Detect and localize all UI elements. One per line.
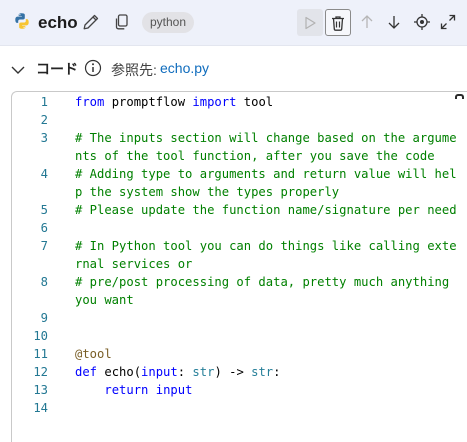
chevron-down-icon[interactable]: [9, 61, 27, 79]
code-token: # pre/post processing of data, pretty mu…: [75, 275, 457, 307]
code-token: :: [273, 365, 281, 379]
code-line[interactable]: 6​: [12, 219, 462, 237]
reference-label: 参照先:: [111, 62, 157, 78]
code-token: ) ->: [214, 365, 252, 379]
code-line[interactable]: 10 ​: [12, 327, 462, 345]
code-token: # In Python tool you can do things like …: [75, 239, 457, 271]
expand-icon: [440, 14, 456, 30]
reference-file-link[interactable]: echo.py: [160, 60, 209, 76]
line-number: 13: [33, 383, 48, 397]
type-badge: python: [142, 12, 195, 33]
code-token: str: [251, 365, 274, 379]
run-button[interactable]: [297, 9, 323, 36]
arrow-down-icon: [388, 16, 400, 29]
play-icon: [305, 16, 316, 29]
code-line[interactable]: 14 ​: [12, 399, 462, 417]
locate-button[interactable]: [411, 11, 433, 33]
trash-icon: [332, 15, 344, 31]
line-number: 3: [40, 131, 48, 145]
node-name: echo: [38, 13, 78, 32]
code-line[interactable]: 8 # pre/post processing of data, pretty m…: [12, 273, 462, 309]
line-number: 11: [33, 347, 48, 361]
info-icon[interactable]: [84, 59, 102, 77]
code-token: def: [75, 365, 98, 379]
code-token: from: [75, 95, 105, 109]
code-line[interactable]: 3 # The inputs section will change based …: [12, 129, 462, 165]
code-token: # Adding type to arguments and return va…: [75, 167, 457, 199]
code-token: input: [141, 365, 178, 379]
line-number: 8: [40, 275, 48, 289]
node-header: echo python: [0, 0, 467, 46]
line-number: 14: [33, 401, 48, 415]
code-section-header: コード 参照先: echo.py: [0, 56, 467, 84]
code-line[interactable]: 7 # In Python tool you can do things like…: [12, 237, 462, 273]
code-line[interactable]: 9​: [12, 309, 462, 327]
line-text: ​: [75, 399, 462, 417]
code-lines: 1from promptflow import tool2​3# The inp…: [12, 93, 462, 417]
python-logo-icon: [15, 13, 29, 29]
line-text: ​: [75, 219, 462, 237]
line-number: 5: [40, 203, 48, 217]
code-token: tool: [236, 95, 274, 109]
line-text: # Please update the function name/signat…: [75, 201, 462, 219]
line-text: # The inputs section will change based o…: [75, 129, 462, 165]
line-text: ​: [75, 327, 462, 345]
code-line[interactable]: 12 def echo(input: str) -> str:: [12, 363, 462, 381]
line-text: from promptflow import tool: [75, 93, 462, 111]
copy-button[interactable]: [112, 11, 132, 33]
code-token: promptflow: [104, 95, 193, 109]
line-number: 7: [40, 239, 48, 253]
copy-icon: [115, 14, 128, 30]
line-text: return input: [75, 381, 462, 399]
line-number: 12: [33, 365, 48, 379]
expand-button[interactable]: [437, 11, 459, 33]
code-token: import: [192, 95, 237, 109]
line-number: 10: [33, 329, 48, 343]
code-line[interactable]: 11 @tool: [12, 345, 462, 363]
line-number: 9: [40, 311, 48, 325]
code-token: # The inputs section will change based o…: [75, 131, 457, 163]
line-number: 2: [40, 113, 48, 127]
line-text: # Adding type to arguments and return va…: [75, 165, 462, 201]
move-down-button[interactable]: [384, 11, 404, 33]
delete-button[interactable]: [325, 9, 351, 36]
line-number: 4: [40, 167, 48, 181]
code-line[interactable]: 2​: [12, 111, 462, 129]
section-title: コード: [36, 61, 78, 77]
line-text: @tool: [75, 345, 462, 363]
code-token: echo(: [97, 365, 142, 379]
move-up-button[interactable]: [357, 11, 377, 33]
code-token: input: [155, 383, 193, 397]
line-text: # In Python tool you can do things like …: [75, 237, 462, 273]
line-text: # pre/post processing of data, pretty mu…: [75, 273, 462, 309]
code-editor[interactable]: 1from promptflow import tool2​3# The inp…: [11, 91, 467, 442]
code-token: # Please update the function name/signat…: [75, 203, 457, 217]
code-token: @tool: [75, 347, 112, 361]
pencil-icon: [83, 14, 99, 30]
code-line[interactable]: 13 return input: [12, 381, 462, 399]
line-number: 1: [40, 95, 48, 109]
code-line[interactable]: 4 # Adding type to arguments and return v…: [12, 165, 462, 201]
arrow-up-icon: [361, 15, 373, 28]
target-icon: [414, 14, 430, 30]
line-text: ​: [75, 111, 462, 129]
code-line[interactable]: 5 # Please update the function name/signa…: [12, 201, 462, 219]
code-token: return: [104, 383, 149, 397]
line-text: ​: [75, 309, 462, 327]
line-number: 6: [40, 221, 48, 235]
code-token: str: [192, 365, 215, 379]
code-token: :: [177, 365, 193, 379]
line-text: def echo(input: str) -> str:: [75, 363, 462, 381]
code-line[interactable]: 1 from promptflow import tool: [12, 93, 462, 111]
edit-name-button[interactable]: [80, 11, 102, 33]
